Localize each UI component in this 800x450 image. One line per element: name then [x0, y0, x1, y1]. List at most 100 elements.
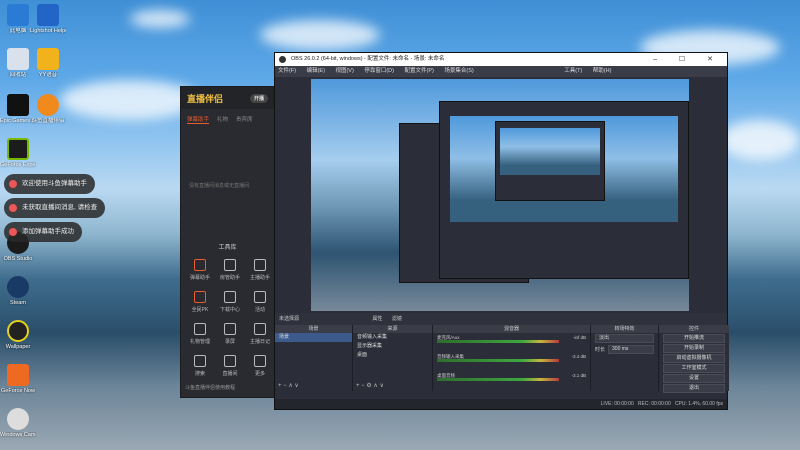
desktop-icon[interactable]: Windows Camera: [0, 408, 36, 439]
dock-header: 控件: [659, 325, 729, 333]
menu-item[interactable]: 帮助(H): [593, 68, 612, 74]
desktop-icon-label: GeForce Experience: [0, 162, 36, 168]
tool-icon: [194, 291, 206, 303]
tools-title: 工具库: [218, 245, 237, 251]
duration-input[interactable]: 300 ms: [608, 345, 654, 354]
virtual-camera-button[interactable]: 启动虚拟摄像机: [663, 354, 725, 363]
tool-label: 直播间: [222, 371, 238, 377]
toast-text: 欢迎使用斗鱼弹幕助手: [22, 180, 87, 187]
app-icon: [37, 48, 59, 70]
desktop-icon-label: OBS Studio: [3, 256, 33, 262]
helper-header: 直播伴侣 开播: [181, 87, 274, 109]
source-item[interactable]: 桌面: [353, 351, 432, 360]
tool-item[interactable]: 下载中心: [215, 291, 245, 313]
tool-item[interactable]: 录屏: [215, 323, 245, 345]
obs-logo-icon: [279, 56, 286, 63]
sources-dock: 来源 音频输入采集 显示器采集 桌面 + − ⚙ ∧ ∨: [353, 325, 433, 391]
tool-item[interactable]: 房管助手: [215, 259, 245, 281]
tool-item[interactable]: 主播日记: [245, 323, 275, 345]
notification-toast[interactable]: 未获取直播间消息, 请检查: [4, 198, 106, 218]
controls-dock: 控件 开始推流 开始录制 启动虚拟摄像机 工作室模式 设置 退出: [659, 325, 729, 393]
menu-item[interactable]: 文件(F): [278, 68, 296, 74]
tool-label: 主播助手: [249, 275, 270, 281]
nested-preview: [500, 128, 600, 176]
source-toolbar: 未选择源 属性 滤镜: [275, 313, 727, 325]
menu-item[interactable]: 工具(T): [564, 68, 582, 74]
exit-button[interactable]: 退出: [663, 384, 725, 393]
transitions-dock: 转场特效 淡出 时长 300 ms: [591, 325, 659, 391]
source-item[interactable]: 音频输入采集: [353, 333, 432, 342]
source-item[interactable]: 显示器采集: [353, 342, 432, 351]
helper-header-button[interactable]: 开播: [249, 93, 268, 103]
tool-label: 录屏: [224, 339, 235, 345]
toast-text: 未获取直播间消息, 请检查: [22, 204, 98, 211]
recycle-bin-icon: [7, 48, 29, 70]
menu-item[interactable]: 编辑(E): [307, 68, 325, 74]
source-controls[interactable]: + − ⚙ ∧ ∨: [356, 382, 384, 389]
studio-mode-button[interactable]: 工作室模式: [663, 364, 725, 373]
obs-window: OBS 26.0.2 (64-bit, windows) - 配置文件: 未命名…: [274, 52, 729, 410]
transition-select[interactable]: 淡出: [595, 334, 654, 343]
tool-item[interactable]: 礼物管理: [185, 323, 215, 345]
notification-toast[interactable]: 添加弹幕助手成功: [4, 222, 82, 242]
desktop-icon[interactable]: 斗鱼直播伴侣: [30, 94, 66, 125]
properties-button[interactable]: 属性: [372, 316, 382, 322]
mixer-channel[interactable]: 桌面音频 -3.1 dB: [437, 373, 586, 382]
menu-item[interactable]: 视图(V): [335, 68, 353, 74]
menu-item[interactable]: 配置文件(P): [404, 68, 433, 74]
volume-meter: [437, 340, 560, 343]
window-controls[interactable]: – ☐ ✕: [653, 53, 723, 66]
desktop-icon[interactable]: GeForce Experience: [0, 138, 36, 169]
tool-label: 搜索: [194, 371, 205, 377]
desktop-icon[interactable]: YY语音: [30, 48, 66, 79]
mixer-dock: 混音器 麦克风/Aux -inf dB 音频输入采集 -3.4 dB 桌面音频 -3.…: [433, 325, 591, 391]
obs-menubar: 文件(F) 编辑(E) 视图(V) 停靠窗口(D) 配置文件(P) 场景集合(S…: [275, 66, 727, 77]
dock-header: 来源: [353, 325, 432, 333]
scene-item[interactable]: 场景: [275, 333, 352, 342]
tool-item[interactable]: 更多: [245, 355, 275, 377]
desktop-icon[interactable]: Steam: [0, 276, 36, 307]
channel-db: -3.4 dB: [571, 354, 586, 359]
helper-tab[interactable]: 弹幕助手: [187, 115, 210, 124]
settings-button[interactable]: 设置: [663, 374, 725, 383]
desktop-icon-label: GeForce Now: [1, 388, 35, 394]
tool-label: 主播日记: [249, 339, 270, 345]
helper-tab[interactable]: 贵宾席: [236, 115, 253, 124]
dock-header: 场景: [275, 325, 352, 333]
app-icon: [7, 364, 29, 386]
helper-tabs: 弹幕助手 礼物 贵宾席: [181, 109, 274, 130]
menu-item[interactable]: 停靠窗口(D): [364, 68, 394, 74]
tool-icon: [224, 259, 236, 271]
desktop-icon[interactable]: GeForce Now: [0, 364, 36, 395]
filters-button[interactable]: 滤镜: [392, 316, 402, 322]
toast-text: 添加弹幕助手成功: [22, 228, 74, 235]
tool-item[interactable]: 活动: [245, 291, 275, 313]
dock-header: 转场特效: [591, 325, 658, 333]
app-icon: [37, 4, 59, 26]
notification-icon: [9, 228, 17, 236]
scene-controls[interactable]: + − ∧ ∨: [278, 382, 299, 389]
tool-item[interactable]: 搜索: [185, 355, 215, 377]
desktop-icon[interactable]: Wallpaper: [0, 320, 36, 351]
helper-brand: 直播伴侣: [187, 93, 224, 104]
tool-icon: [194, 259, 206, 271]
menu-item[interactable]: 场景集合(S): [444, 68, 473, 74]
desktop-icon-label: Wallpaper: [5, 344, 31, 350]
desktop-icon-label: YY语音: [38, 72, 58, 78]
epic-games-icon: [7, 94, 29, 116]
notification-toast[interactable]: 欢迎使用斗鱼弹幕助手: [4, 174, 95, 194]
desktop-icon[interactable]: Lightshot Helper: [30, 4, 66, 35]
mixer-channel[interactable]: 音频输入采集 -3.4 dB: [437, 354, 586, 363]
tool-item[interactable]: 弹幕助手: [185, 259, 215, 281]
obs-preview[interactable]: [311, 79, 689, 311]
tool-item[interactable]: 主播助手: [245, 259, 275, 281]
start-recording-button[interactable]: 开始录制: [663, 344, 725, 353]
helper-tab[interactable]: 礼物: [217, 115, 228, 124]
helper-footer[interactable]: 斗鱼直播伴侣使用教程: [185, 384, 235, 391]
start-streaming-button[interactable]: 开始推流: [663, 334, 725, 343]
tool-icon: [254, 355, 266, 367]
live-helper-window: 直播伴侣 开播 弹幕助手 礼物 贵宾席 没有直播间消息或无直播间 工具库 弹幕助…: [180, 86, 275, 398]
tool-item[interactable]: 全民PK: [185, 291, 215, 313]
mixer-channel[interactable]: 麦克风/Aux -inf dB: [437, 335, 586, 344]
tool-item[interactable]: 直播间: [215, 355, 245, 377]
